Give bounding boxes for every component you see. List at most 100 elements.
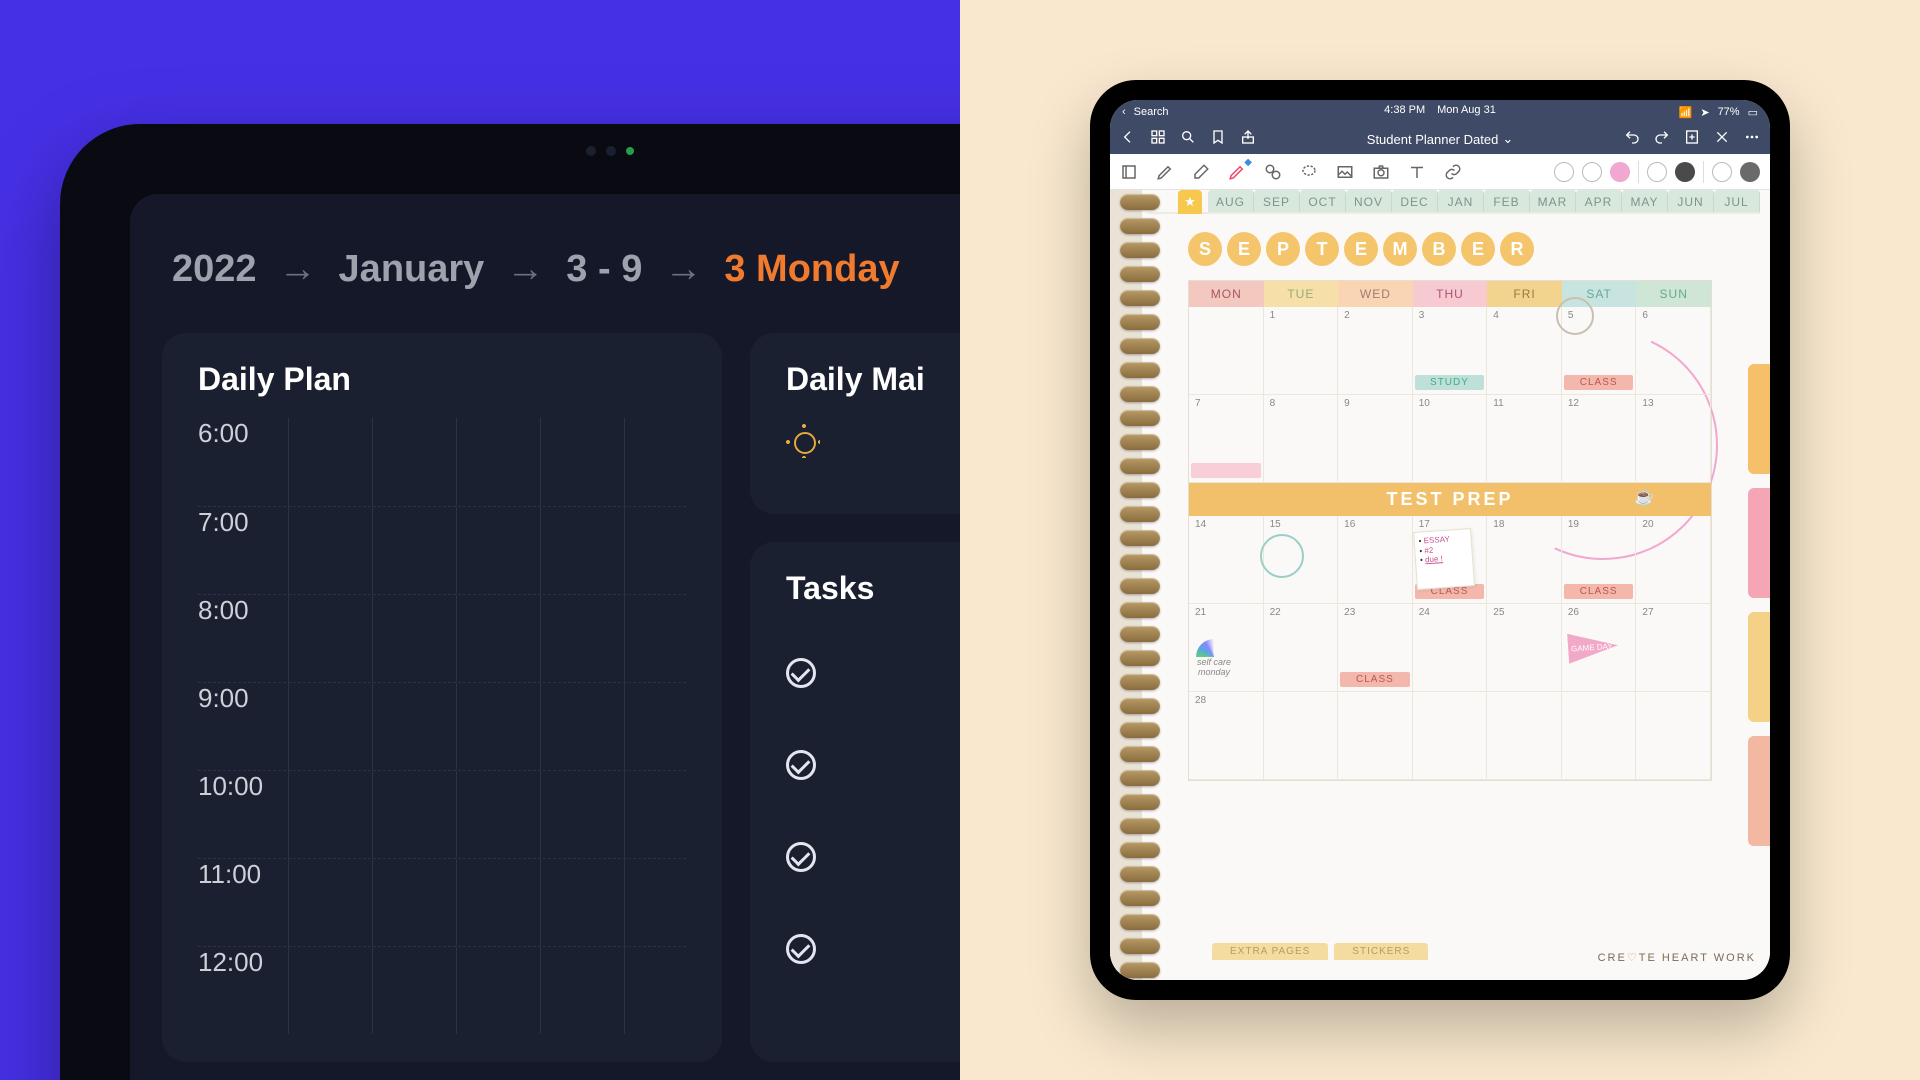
- check-circle-icon[interactable]: [786, 842, 816, 872]
- side-tab[interactable]: [1748, 736, 1770, 846]
- status-search[interactable]: Search: [1134, 106, 1169, 118]
- calendar-cell[interactable]: 16: [1338, 516, 1413, 604]
- grid-icon[interactable]: [1150, 129, 1166, 150]
- pen-tool-icon[interactable]: [1156, 163, 1174, 181]
- calendar-cell[interactable]: [1413, 692, 1488, 780]
- calendar-cell[interactable]: [1189, 307, 1264, 395]
- calendar-cell[interactable]: 10: [1413, 395, 1488, 483]
- calendar-cell[interactable]: [1264, 692, 1339, 780]
- time-slot[interactable]: 6:00: [198, 418, 686, 506]
- calendar-cell[interactable]: 7: [1189, 395, 1264, 483]
- back-chevron-icon[interactable]: ‹: [1122, 106, 1126, 118]
- month-tab[interactable]: JUN: [1668, 190, 1714, 212]
- color-swatch[interactable]: [1610, 162, 1630, 182]
- color-swatch[interactable]: [1554, 162, 1574, 182]
- calendar-cell[interactable]: [1562, 692, 1637, 780]
- shape-tool-icon[interactable]: [1264, 163, 1282, 181]
- month-tab[interactable]: MAY: [1622, 190, 1668, 212]
- month-tab[interactable]: NOV: [1346, 190, 1392, 212]
- calendar-cell[interactable]: 22: [1264, 604, 1339, 692]
- calendar-cell[interactable]: 12: [1562, 395, 1637, 483]
- rainbow-sticker[interactable]: self care monday: [1191, 639, 1237, 673]
- task-row[interactable]: [786, 811, 960, 903]
- month-tab[interactable]: OCT: [1300, 190, 1346, 212]
- flag-sticker[interactable]: GAME DAY: [1567, 630, 1619, 663]
- breadcrumb-range[interactable]: 3 - 9: [566, 248, 642, 291]
- month-tab[interactable]: JAN: [1438, 190, 1484, 212]
- color-swatch[interactable]: [1712, 162, 1732, 182]
- calendar-cell[interactable]: 24: [1413, 604, 1488, 692]
- check-circle-icon[interactable]: [786, 934, 816, 964]
- time-slot[interactable]: 12:00: [198, 946, 686, 1034]
- calendar-cell[interactable]: 1: [1264, 307, 1339, 395]
- highlighter-tool-icon[interactable]: ◆: [1228, 163, 1246, 181]
- close-icon[interactable]: [1714, 129, 1730, 150]
- calendar-cell[interactable]: 15: [1264, 516, 1339, 604]
- more-icon[interactable]: [1744, 129, 1760, 150]
- eraser-tool-icon[interactable]: [1192, 163, 1210, 181]
- planner-page[interactable]: ★ AUGSEPOCTNOVDECJANFEBMARAPRMAYJUNJUL S…: [1110, 190, 1770, 980]
- time-slot[interactable]: 9:00: [198, 682, 686, 770]
- calendar-cell[interactable]: 2: [1338, 307, 1413, 395]
- time-slot[interactable]: 7:00: [198, 506, 686, 594]
- color-swatch[interactable]: [1647, 162, 1667, 182]
- check-circle-icon[interactable]: [786, 750, 816, 780]
- calendar-cell[interactable]: 3STUDY: [1413, 307, 1488, 395]
- calendar-cell[interactable]: [1636, 692, 1711, 780]
- back-button[interactable]: [1120, 129, 1136, 150]
- readonly-icon[interactable]: [1120, 163, 1138, 181]
- document-title[interactable]: Student Planner Dated ⌄: [1367, 131, 1513, 147]
- calendar-cell[interactable]: 19CLASS: [1562, 516, 1637, 604]
- task-row[interactable]: [786, 627, 960, 719]
- breadcrumb-current-day[interactable]: 3 Monday: [724, 248, 899, 291]
- month-tab[interactable]: FEB: [1484, 190, 1530, 212]
- calendar-cell[interactable]: 28: [1189, 692, 1264, 780]
- undo-icon[interactable]: [1624, 129, 1640, 150]
- calendar-cell[interactable]: 27: [1636, 604, 1711, 692]
- image-tool-icon[interactable]: [1336, 163, 1354, 181]
- month-tab[interactable]: MAR: [1530, 190, 1576, 212]
- month-tab[interactable]: APR: [1576, 190, 1622, 212]
- calendar-cell[interactable]: [1487, 692, 1562, 780]
- search-icon[interactable]: [1180, 129, 1196, 150]
- redo-icon[interactable]: [1654, 129, 1670, 150]
- calendar-cell[interactable]: 14: [1189, 516, 1264, 604]
- calendar-cell[interactable]: 11: [1487, 395, 1562, 483]
- breadcrumb-month[interactable]: January: [339, 248, 485, 291]
- color-swatch[interactable]: [1675, 162, 1695, 182]
- calendar-cell[interactable]: 23CLASS: [1338, 604, 1413, 692]
- side-tab[interactable]: [1748, 488, 1770, 598]
- link-tool-icon[interactable]: [1444, 163, 1462, 181]
- side-tab[interactable]: [1748, 612, 1770, 722]
- calendar-cell[interactable]: 6: [1636, 307, 1711, 395]
- index-star-tab[interactable]: ★: [1178, 190, 1202, 214]
- stickers-tab[interactable]: STICKERS: [1334, 943, 1428, 960]
- month-tab[interactable]: AUG: [1208, 190, 1254, 212]
- month-tab[interactable]: DEC: [1392, 190, 1438, 212]
- time-slot[interactable]: 11:00: [198, 858, 686, 946]
- color-swatch[interactable]: [1582, 162, 1602, 182]
- side-tab[interactable]: [1748, 364, 1770, 474]
- extra-pages-tab[interactable]: EXTRA PAGES: [1212, 943, 1328, 960]
- calendar-cell[interactable]: 21self care monday: [1189, 604, 1264, 692]
- task-row[interactable]: [786, 719, 960, 811]
- lasso-tool-icon[interactable]: [1300, 163, 1318, 181]
- calendar-cell[interactable]: [1338, 692, 1413, 780]
- time-slot[interactable]: 8:00: [198, 594, 686, 682]
- calendar-cell[interactable]: 26GAME DAY: [1562, 604, 1637, 692]
- calendar-cell[interactable]: 4: [1487, 307, 1562, 395]
- share-icon[interactable]: [1240, 129, 1256, 150]
- check-circle-icon[interactable]: [786, 658, 816, 688]
- camera-tool-icon[interactable]: [1372, 163, 1390, 181]
- time-slot[interactable]: 10:00: [198, 770, 686, 858]
- calendar-cell[interactable]: 17CLASS• ESSAY• #2• due !: [1413, 516, 1488, 604]
- bookmark-icon[interactable]: [1210, 129, 1226, 150]
- color-swatch[interactable]: [1740, 162, 1760, 182]
- sticky-note[interactable]: • ESSAY• #2• due !: [1413, 528, 1475, 590]
- task-row[interactable]: [786, 903, 960, 995]
- calendar-cell[interactable]: 13: [1636, 395, 1711, 483]
- calendar-cell[interactable]: 8: [1264, 395, 1339, 483]
- calendar-cell[interactable]: 18: [1487, 516, 1562, 604]
- add-page-icon[interactable]: [1684, 129, 1700, 150]
- month-tab[interactable]: JUL: [1714, 190, 1760, 212]
